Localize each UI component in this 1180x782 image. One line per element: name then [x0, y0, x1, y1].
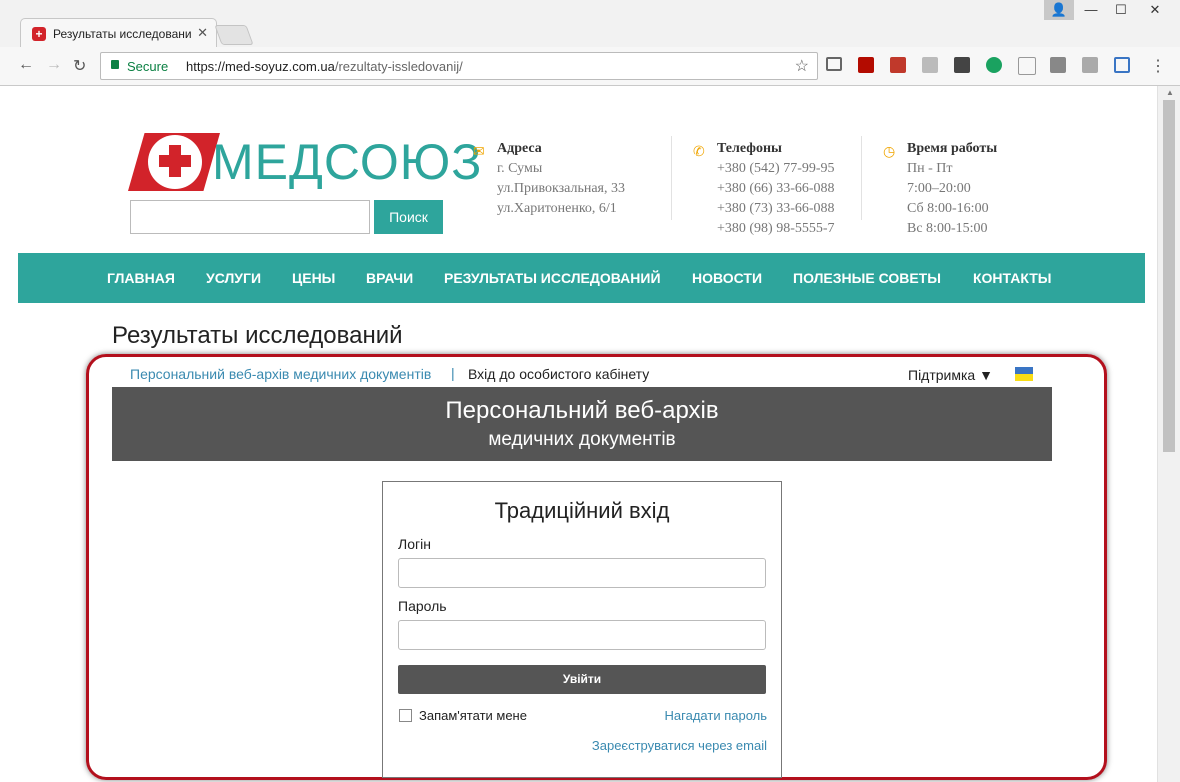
tab-close-icon[interactable]: ✕: [197, 25, 208, 41]
lock-icon: [111, 60, 119, 69]
remember-checkbox[interactable]: [399, 709, 412, 722]
caret-down-icon: ▼: [979, 367, 993, 383]
search-button[interactable]: Поиск: [374, 200, 443, 234]
divider: [861, 136, 862, 220]
page-extension-icon[interactable]: [1018, 57, 1036, 75]
scrollbar-thumb[interactable]: [1163, 100, 1175, 452]
logo-cross-vertical: [169, 145, 181, 177]
phones-title: Телефоны: [717, 141, 782, 156]
phone-line[interactable]: +380 (98) 98-5555-7: [717, 219, 835, 239]
browser-menu-icon[interactable]: ⋮: [1150, 56, 1166, 76]
page-viewport: МЕДСОЮЗ Поиск ✉ Адреса г. Сумы ул.Привок…: [0, 86, 1157, 782]
page-scrollbar[interactable]: ▲: [1157, 86, 1180, 782]
nav-contacts[interactable]: КОНТАКТЫ: [973, 270, 1051, 286]
login-submit-button[interactable]: Увійти: [398, 665, 766, 694]
support-dropdown[interactable]: Підтримка ▼: [908, 367, 993, 383]
support-label: Підтримка: [908, 367, 976, 383]
browser-titlebar: + Результаты исследовани ✕ 👤 — ☐ ✕: [0, 0, 1180, 49]
tv-extension-icon[interactable]: [890, 57, 906, 73]
hours-line: Сб 8:00-16:00: [907, 201, 989, 216]
nav-home[interactable]: ГЛАВНАЯ: [107, 270, 175, 286]
nav-tips[interactable]: ПОЛЕЗНЫЕ СОВЕТЫ: [793, 270, 941, 286]
back-icon[interactable]: ←: [18, 56, 34, 74]
address-line: г. Сумы: [497, 161, 543, 176]
address-line: ул.Привокзальная, 33: [497, 181, 625, 196]
close-window-button[interactable]: ✕: [1140, 0, 1170, 20]
clock-icon: ◷: [883, 144, 896, 160]
reload-icon[interactable]: ↻: [73, 56, 86, 76]
d-extension-icon[interactable]: [922, 57, 938, 73]
login-label: Логін: [398, 536, 431, 552]
s-extension-icon[interactable]: [1050, 57, 1066, 73]
url-host: https://med-soyuz.com.ua: [186, 59, 335, 74]
phone-line[interactable]: +380 (66) 33-66-088: [717, 179, 835, 199]
browser-tab[interactable]: + Результаты исследовани ✕: [20, 18, 217, 49]
scroll-up-icon[interactable]: ▲: [1166, 88, 1174, 97]
subnav-separator: |: [451, 365, 455, 381]
url-path: /rezultaty-issledovanij/: [334, 59, 463, 74]
main-nav: ГЛАВНАЯ УСЛУГИ ЦЕНЫ ВРАЧИ РЕЗУЛЬТАТЫ ИСС…: [18, 253, 1145, 303]
bookmark-star-icon[interactable]: ☆: [795, 56, 809, 76]
notes-extension-icon[interactable]: [954, 57, 970, 73]
hours-line: Пн - Пт: [907, 161, 953, 176]
hours-block: ◷ Время работы Пн - Пт 7:00–20:00 Сб 8:0…: [883, 139, 998, 239]
nav-doctors[interactable]: ВРАЧИ: [366, 270, 413, 286]
address-line: ул.Харитоненко, 6/1: [497, 201, 617, 216]
address-title: Адреса: [497, 141, 542, 156]
phone-line[interactable]: +380 (73) 33-66-088: [717, 199, 835, 219]
secure-label: Secure: [127, 59, 169, 74]
subnav-cabinet-link[interactable]: Вхід до особистого кабінету: [468, 366, 649, 382]
banner-line1: Персональний веб-архів: [445, 397, 719, 424]
nav-prices[interactable]: ЦЕНЫ: [292, 270, 335, 286]
password-input[interactable]: [398, 620, 766, 650]
tab-title: Результаты исследовани: [53, 27, 192, 41]
register-email-link[interactable]: Зареєструватися через email: [592, 738, 767, 753]
login-title: Традиційний вхід: [494, 498, 670, 523]
nav-news[interactable]: НОВОСТИ: [692, 270, 762, 286]
envelope-icon: ✉: [473, 144, 485, 160]
pdf-extension-icon[interactable]: [858, 57, 874, 73]
portal-banner: Персональний веб-архів медичних документ…: [112, 387, 1052, 461]
remember-label[interactable]: Запам'ятати мене: [419, 708, 527, 723]
divider: [671, 136, 672, 220]
site-logo[interactable]: МЕДСОЮЗ: [128, 133, 481, 193]
nav-results[interactable]: РЕЗУЛЬТАТЫ ИССЛЕДОВАНИЙ: [444, 270, 661, 286]
browser-toolbar: ← → ↻ Secure https://med-soyuz.com.ua/re…: [0, 47, 1180, 86]
nav-services[interactable]: УСЛУГИ: [206, 270, 261, 286]
url-text: https://med-soyuz.com.ua/rezultaty-issle…: [186, 59, 463, 74]
eye-extension-icon[interactable]: [986, 57, 1002, 73]
logo-text: МЕДСОЮЗ: [212, 134, 483, 190]
new-tab-button[interactable]: [214, 25, 254, 45]
profile-icon[interactable]: 👤: [1044, 0, 1074, 20]
phone-line[interactable]: +380 (542) 77-99-95: [717, 159, 835, 179]
translate-extension-icon[interactable]: [1114, 57, 1130, 73]
search-input[interactable]: [130, 200, 370, 234]
password-label: Пароль: [398, 598, 447, 614]
24-extension-icon[interactable]: [1082, 57, 1098, 73]
address-block: ✉ Адреса г. Сумы ул.Привокзальная, 33 ул…: [473, 139, 625, 219]
minimize-button[interactable]: —: [1076, 0, 1106, 20]
cast-icon[interactable]: [826, 57, 842, 71]
forward-icon[interactable]: →: [46, 56, 62, 74]
site-favicon-icon: +: [32, 27, 46, 41]
hours-line: Вс 8:00-15:00: [907, 221, 988, 236]
maximize-button[interactable]: ☐: [1106, 0, 1136, 20]
login-form: Традиційний вхід Логін Пароль Увійти Зап…: [382, 481, 782, 778]
page-title: Результаты исследований: [112, 322, 403, 349]
forgot-password-link[interactable]: Нагадати пароль: [665, 708, 767, 723]
login-input[interactable]: [398, 558, 766, 588]
phone-icon: ✆: [693, 144, 705, 160]
address-bar[interactable]: Secure https://med-soyuz.com.ua/rezultat…: [100, 52, 818, 80]
hours-title: Время работы: [907, 141, 998, 156]
banner-line2: медичних документів: [488, 429, 676, 450]
ukraine-flag-icon[interactable]: [1015, 367, 1033, 381]
phones-block: ✆ Телефоны +380 (542) 77-99-95 +380 (66)…: [693, 139, 835, 239]
hours-line: 7:00–20:00: [907, 181, 971, 196]
subnav-archive-link[interactable]: Персональний веб-архів медичних документ…: [130, 366, 431, 382]
